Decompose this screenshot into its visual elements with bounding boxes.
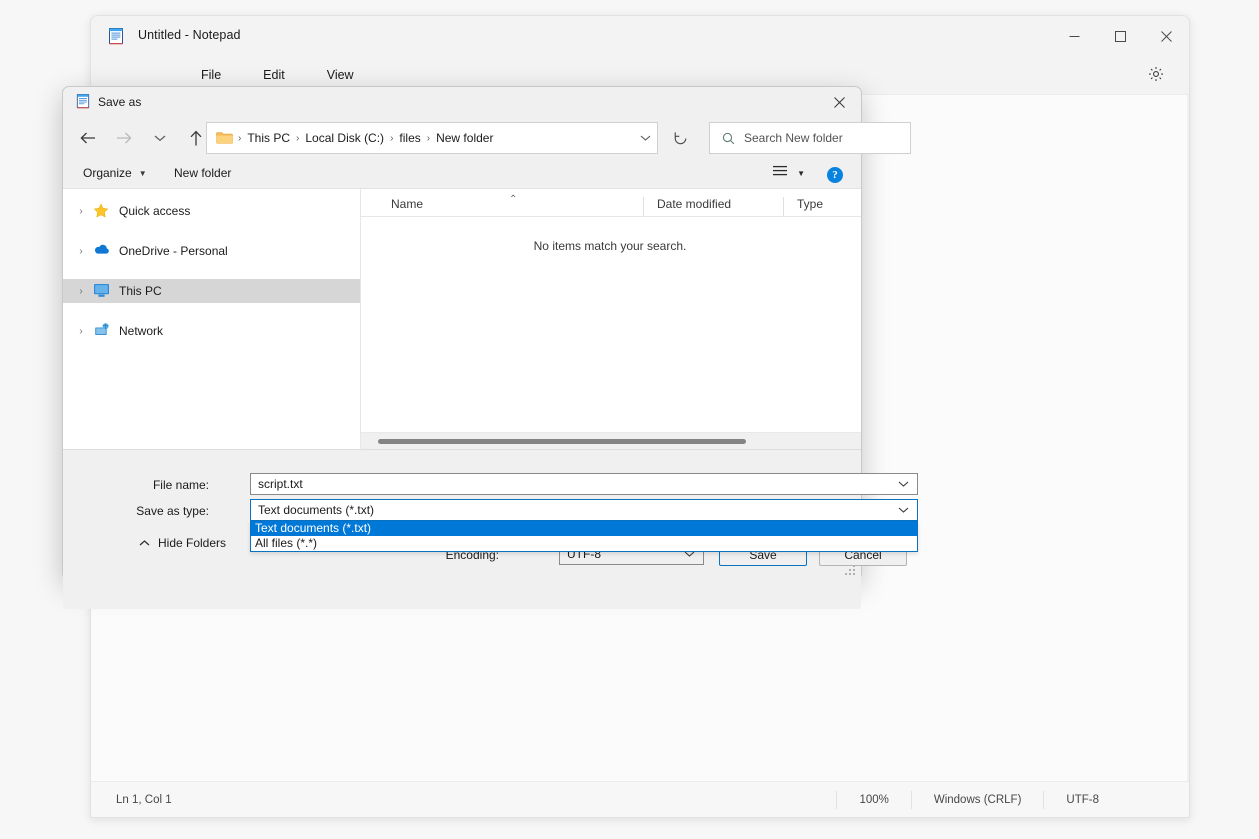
chevron-right-icon[interactable]: › bbox=[69, 326, 93, 337]
save-as-type-select[interactable]: Text documents (*.txt) bbox=[250, 499, 918, 521]
breadcrumb-segment-new-folder[interactable]: New folder bbox=[431, 131, 498, 145]
recent-locations-icon[interactable] bbox=[145, 123, 175, 153]
chevron-down-icon[interactable] bbox=[898, 480, 909, 488]
this-pc-icon bbox=[93, 283, 110, 299]
window-controls bbox=[1051, 16, 1189, 56]
new-folder-button[interactable]: New folder bbox=[168, 163, 237, 183]
notepad-vertical-scrollbar[interactable] bbox=[1187, 95, 1189, 781]
file-list-horizontal-scrollbar[interactable] bbox=[361, 432, 861, 449]
sidebar-item-label: OneDrive - Personal bbox=[119, 244, 228, 258]
file-name-value: script.txt bbox=[258, 477, 303, 491]
menu-view[interactable]: View bbox=[321, 64, 360, 86]
save-as-type-label: Save as type: bbox=[136, 504, 209, 518]
notepad-icon bbox=[108, 28, 124, 45]
search-input[interactable]: Search New folder bbox=[709, 122, 911, 154]
hide-folders-button[interactable]: Hide Folders bbox=[139, 536, 226, 550]
resize-grip[interactable] bbox=[845, 563, 857, 575]
breadcrumb[interactable]: › This PC › Local Disk (C:) › files › Ne… bbox=[206, 122, 658, 154]
file-name-label: File name: bbox=[152, 478, 209, 492]
sidebar-item-this-pc[interactable]: › This PC bbox=[63, 279, 360, 303]
dropdown-option-text-documents[interactable]: Text documents (*.txt) bbox=[251, 521, 917, 536]
minimize-icon[interactable] bbox=[1051, 16, 1097, 56]
status-encoding[interactable]: UTF-8 bbox=[1043, 790, 1189, 809]
notepad-title: Untitled - Notepad bbox=[138, 28, 241, 42]
chevron-right-icon[interactable]: › bbox=[69, 286, 93, 297]
column-label: Date modified bbox=[657, 197, 732, 211]
close-icon[interactable] bbox=[817, 87, 861, 117]
screen: Untitled - Notepad File Edit View Ln 1, … bbox=[0, 0, 1259, 839]
dialog-content: › Quick access › OneDrive - Personal › T… bbox=[63, 189, 861, 449]
column-label: Name bbox=[391, 197, 424, 211]
notepad-icon bbox=[76, 94, 90, 109]
sidebar-item-onedrive[interactable]: › OneDrive - Personal bbox=[63, 239, 360, 263]
chevron-right-icon[interactable]: › bbox=[69, 206, 93, 217]
organize-button[interactable]: Organize ▼ bbox=[77, 163, 153, 183]
file-name-input[interactable]: script.txt bbox=[250, 473, 918, 495]
back-arrow-icon[interactable] bbox=[73, 123, 103, 153]
dropdown-option-all-files[interactable]: All files (*.*) bbox=[251, 536, 917, 551]
menu-file[interactable]: File bbox=[195, 64, 227, 86]
status-cursor-position: Ln 1, Col 1 bbox=[116, 793, 172, 806]
sidebar-item-quick-access[interactable]: › Quick access bbox=[63, 199, 360, 223]
column-header-type[interactable]: Type bbox=[783, 197, 861, 216]
chevron-right-icon[interactable]: › bbox=[69, 246, 93, 257]
column-label: Type bbox=[797, 197, 824, 211]
breadcrumb-segment-local-disk[interactable]: Local Disk (C:) bbox=[300, 131, 389, 145]
refresh-icon[interactable] bbox=[665, 122, 695, 154]
maximize-icon[interactable] bbox=[1097, 16, 1143, 56]
status-line-endings[interactable]: Windows (CRLF) bbox=[910, 790, 1044, 809]
status-zoom[interactable]: 100% bbox=[836, 790, 910, 809]
dialog-titlebar: Save as bbox=[63, 87, 861, 117]
empty-list-message: No items match your search. bbox=[533, 239, 687, 253]
view-list-icon[interactable] bbox=[772, 164, 788, 182]
folder-icon bbox=[216, 131, 233, 145]
scrollbar-thumb[interactable] bbox=[378, 439, 746, 444]
dialog-title: Save as bbox=[98, 95, 142, 109]
column-header-name[interactable]: ⌃ Name bbox=[361, 194, 643, 216]
dialog-toolbar: Organize ▼ New folder ▼ ? bbox=[63, 159, 861, 189]
breadcrumb-segment-files[interactable]: files bbox=[394, 131, 425, 145]
sort-ascending-icon: ⌃ bbox=[509, 194, 518, 205]
hide-folders-label: Hide Folders bbox=[158, 536, 227, 550]
file-list: ⌃ Name Date modified Type No items match… bbox=[361, 189, 861, 449]
file-list-header: ⌃ Name Date modified Type bbox=[361, 189, 861, 217]
search-placeholder: Search New folder bbox=[744, 131, 843, 145]
forward-arrow-icon bbox=[109, 123, 139, 153]
notepad-titlebar: Untitled - Notepad bbox=[91, 16, 1189, 56]
save-as-type-dropdown-list[interactable]: Text documents (*.txt) All files (*.*) bbox=[250, 521, 918, 552]
new-folder-label: New folder bbox=[174, 166, 232, 180]
column-header-date-modified[interactable]: Date modified bbox=[643, 197, 783, 216]
chevron-down-icon[interactable] bbox=[640, 134, 651, 142]
save-as-dialog: Save as › This PC › Local Disk (C:) › fi… bbox=[62, 86, 918, 609]
dialog-navigation-bar: › This PC › Local Disk (C:) › files › Ne… bbox=[63, 117, 911, 159]
help-icon[interactable]: ? bbox=[827, 167, 843, 183]
breadcrumb-segment-this-pc[interactable]: This PC bbox=[242, 131, 295, 145]
chevron-down-icon[interactable] bbox=[898, 506, 909, 514]
view-options[interactable]: ▼ bbox=[772, 164, 805, 182]
menu-edit[interactable]: Edit bbox=[257, 64, 291, 86]
gear-icon[interactable] bbox=[1147, 65, 1167, 85]
network-icon bbox=[93, 323, 110, 339]
sidebar-item-network[interactable]: › Network bbox=[63, 319, 360, 343]
notepad-statusbar: Ln 1, Col 1 100% Windows (CRLF) UTF-8 bbox=[91, 781, 1189, 817]
sidebar-item-label: Network bbox=[119, 324, 164, 338]
sidebar-item-label: This PC bbox=[119, 284, 162, 298]
save-as-type-value: Text documents (*.txt) bbox=[258, 503, 375, 517]
organize-label: Organize bbox=[83, 166, 132, 180]
status-right-group: 100% Windows (CRLF) UTF-8 bbox=[836, 790, 1189, 809]
sidebar-item-label: Quick access bbox=[119, 204, 191, 218]
close-icon[interactable] bbox=[1143, 16, 1189, 56]
chevron-down-icon[interactable]: ▼ bbox=[797, 169, 805, 178]
search-icon bbox=[722, 132, 735, 145]
chevron-down-icon: ▼ bbox=[138, 168, 147, 178]
cloud-icon bbox=[93, 243, 110, 259]
navigation-tree: › Quick access › OneDrive - Personal › T… bbox=[63, 189, 361, 449]
chevron-up-icon bbox=[139, 539, 150, 547]
star-icon bbox=[93, 203, 110, 219]
